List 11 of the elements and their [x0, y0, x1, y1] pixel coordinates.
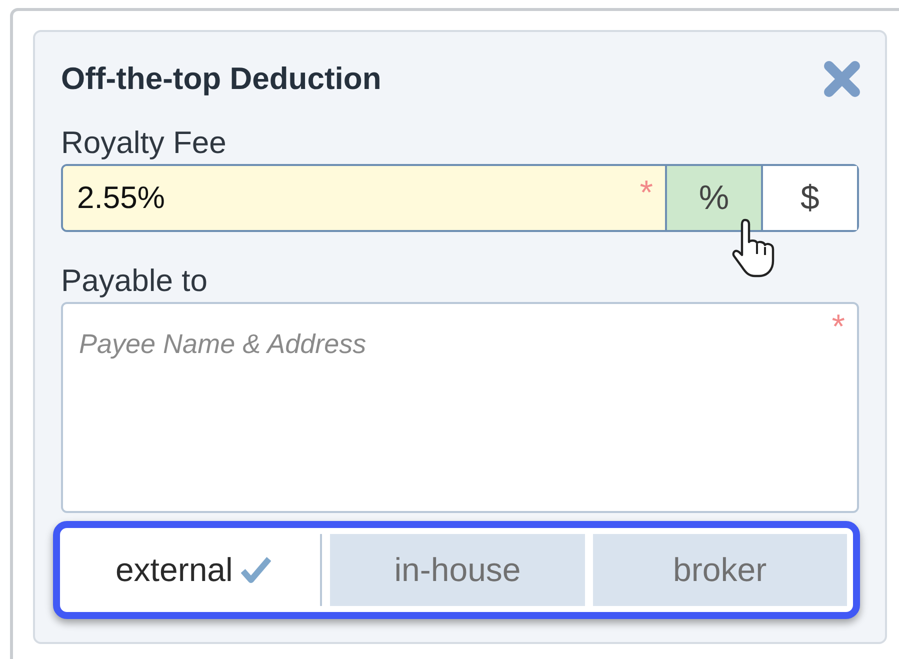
unit-button[interactable]: $	[761, 166, 857, 230]
required-mark: *	[832, 310, 845, 344]
payee-type-option[interactable]: broker	[592, 534, 847, 606]
check-icon	[240, 557, 271, 583]
field-label: Payable to	[61, 262, 208, 300]
close-icon[interactable]	[823, 60, 861, 98]
unit-button[interactable]: %	[665, 166, 761, 230]
required-mark: *	[640, 176, 653, 210]
payee-type-option[interactable]: in-house	[330, 534, 585, 606]
field-label: Royalty Fee	[61, 124, 226, 162]
dialog-title: Off-the-top Deduction	[61, 60, 382, 98]
